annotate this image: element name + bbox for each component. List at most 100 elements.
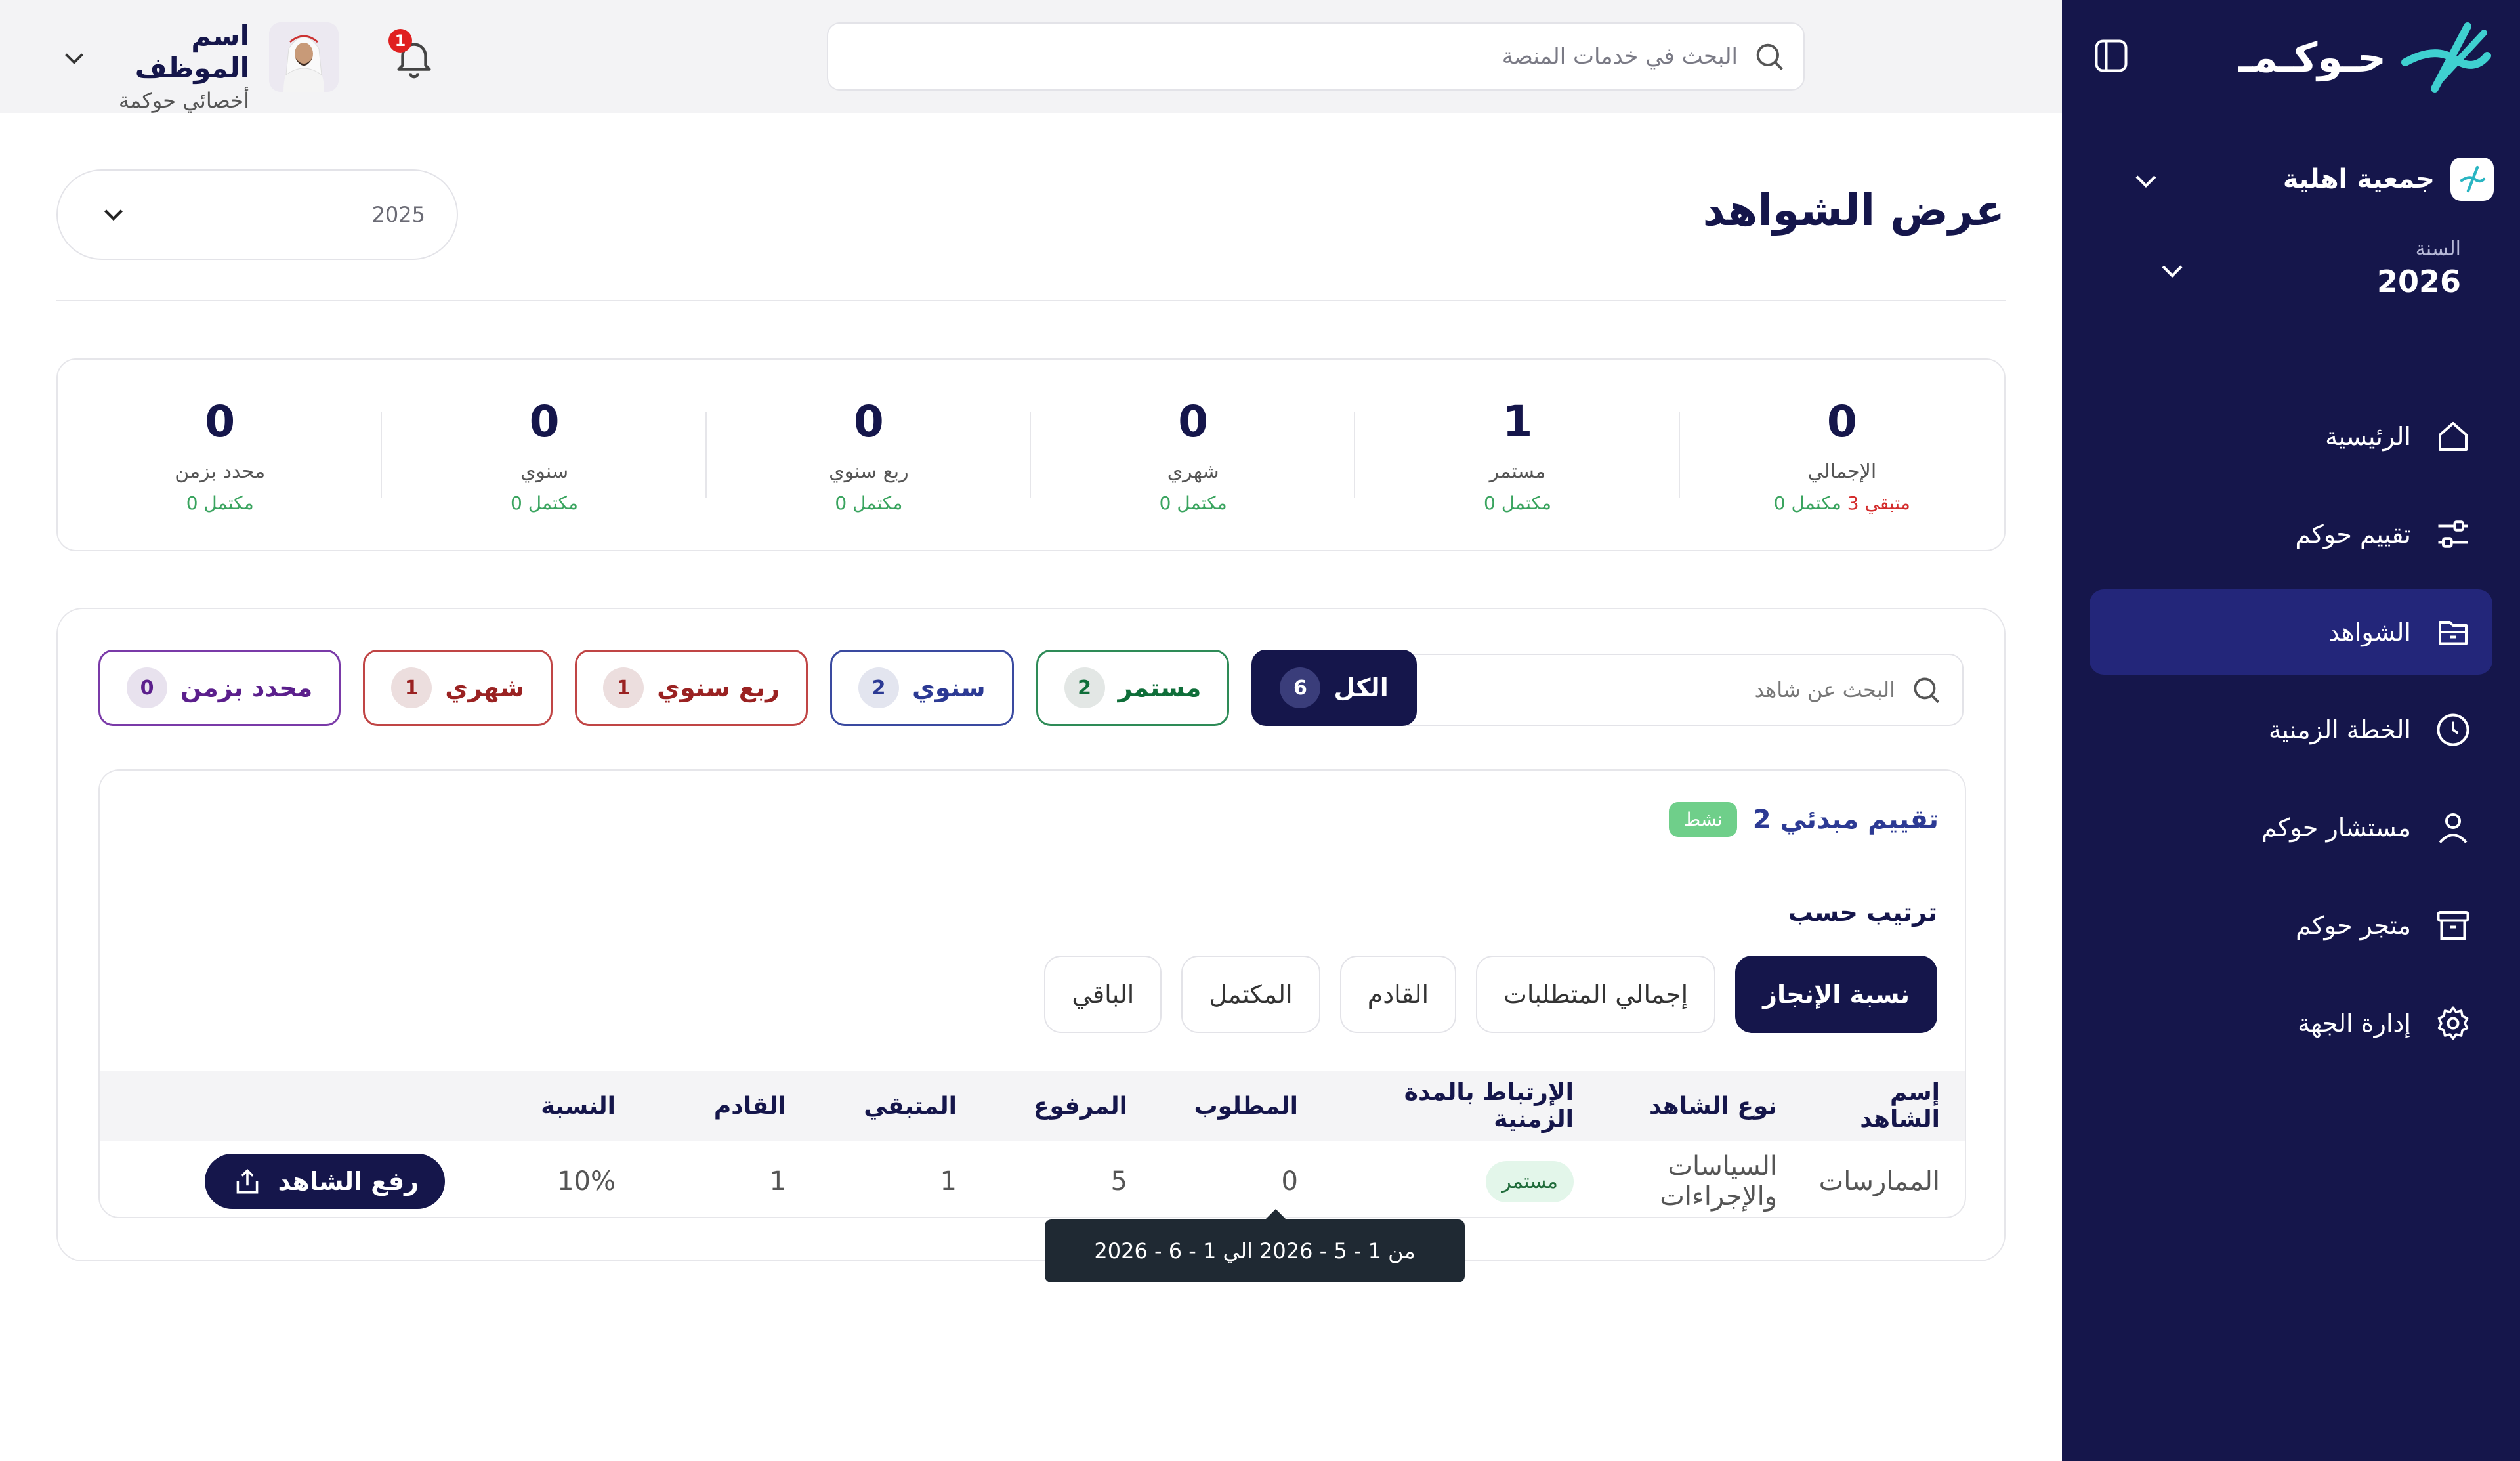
column-header[interactable]: النسبة	[458, 1071, 629, 1141]
year-value[interactable]: 2026	[2377, 264, 2461, 299]
sidebar-item-label: إدارة الجهة	[2298, 1009, 2411, 1038]
sidebar-item-timeline[interactable]: الخطة الزمنية	[2090, 687, 2492, 773]
card-title[interactable]: تقييم مبدئي 2	[1753, 805, 1939, 835]
sort-completion-rate-button[interactable]: نسبة الإنجاز	[1735, 956, 1937, 1033]
stat-quarterly: 0 ربع سنوي مكتمل 0	[707, 360, 1032, 550]
sidebar-toggle-button[interactable]	[2088, 33, 2134, 79]
cell-link: مستمر	[1311, 1141, 1587, 1217]
column-header[interactable]: الإرتباط بالمدة الزمنية	[1311, 1071, 1587, 1141]
user-info[interactable]: اسم الموظف أخصائي حوكمة	[112, 20, 249, 113]
year-select-value: 2025	[371, 202, 425, 227]
sidebar-item-label: متجر حوكم	[2296, 911, 2411, 940]
home-icon	[2431, 414, 2475, 459]
chip-count: 1	[391, 667, 432, 708]
logo-mark-icon	[2401, 22, 2491, 93]
sort-upcoming-button[interactable]: القادم	[1339, 956, 1457, 1033]
user-role: أخصائي حوكمة	[118, 88, 249, 113]
page-title: عرض الشواهد	[1702, 185, 2005, 236]
column-header[interactable]: إسم الشاهد	[1790, 1071, 1965, 1141]
column-header[interactable]: نوع الشاهد	[1587, 1071, 1790, 1141]
avatar[interactable]	[269, 22, 339, 92]
stat-value: 1	[1502, 396, 1533, 447]
stat-completed: مكتمل 0	[186, 492, 254, 514]
filter-chip-yearly[interactable]: سنوي 2	[830, 650, 1014, 726]
cell-action: رفع الشاهد	[100, 1141, 458, 1217]
stat-label: ربع سنوي	[829, 459, 909, 483]
evidence-search-input[interactable]: البحث عن شاهد	[1349, 654, 1964, 726]
sidebar-item-label: الشواهد	[2328, 618, 2411, 646]
user-name: اسم الموظف	[135, 20, 249, 84]
org-name: جمعية اهلية	[2282, 164, 2435, 194]
sort-remaining-button[interactable]: الباقي	[1044, 956, 1162, 1033]
search-icon	[1914, 677, 1940, 704]
year-select[interactable]: 2025	[56, 169, 458, 260]
stat-completed: مكتمل 0	[835, 492, 903, 514]
app-logo[interactable]: حـوكـمـ	[2238, 20, 2494, 95]
column-header[interactable]: المطلوب	[1141, 1071, 1311, 1141]
upload-evidence-button[interactable]: رفع الشاهد	[204, 1154, 445, 1209]
gear-icon	[2431, 1001, 2475, 1046]
chevron-down-icon[interactable]	[2154, 253, 2191, 289]
search-placeholder: البحث في خدمات المنصة	[1502, 43, 1738, 70]
stat-total: 0 الإجمالي متبقي 3 مكتمل 0	[1680, 360, 2004, 550]
stat-continuous: 1 مستمر مكتمل 0	[1355, 360, 1681, 550]
chip-label: سنوي	[912, 673, 986, 702]
cell-name: الممارسات	[1818, 1166, 1940, 1196]
notification-count-badge: 1	[388, 29, 412, 53]
app-root: حـوكـمـ جمعية اهلية السنة 2026 الرئيسية	[0, 0, 2520, 1461]
notifications-button[interactable]: 1	[388, 29, 437, 84]
chip-count: 2	[1064, 667, 1105, 708]
clock-icon	[2431, 708, 2475, 752]
sort-total-requirements-button[interactable]: إجمالي المتطلبات	[1476, 956, 1716, 1033]
top-bar: البحث في خدمات المنصة 1 اسم الموظف أخصائ…	[0, 0, 2062, 113]
stats-summary: 0 الإجمالي متبقي 3 مكتمل 0 1 مستمر مكتمل…	[56, 358, 2006, 551]
filter-chip-all[interactable]: الكل 6	[1251, 650, 1417, 726]
chevron-down-icon[interactable]	[2128, 163, 2164, 200]
filter-chips: الكل 6 مستمر 2 سنوي 2 ربع سنوي 1 شهري 1 …	[98, 650, 1417, 726]
sidebar-item-label: الخطة الزمنية	[2268, 715, 2411, 744]
chevron-down-icon[interactable]	[58, 42, 91, 75]
assessment-card: تقييم مبدئي 2 نشط ترتيب حسب نسبة الإنجاز…	[98, 769, 1966, 1218]
panel-toggle-icon	[2095, 39, 2128, 72]
stat-label: محدد بزمن	[175, 459, 266, 483]
stat-value: 0	[1826, 396, 1857, 447]
chip-label: ربع سنوي	[657, 673, 780, 702]
org-switcher[interactable]: جمعية اهلية	[2283, 158, 2494, 201]
cell-required: 0	[1281, 1166, 1298, 1196]
stat-remaining: متبقي 3	[1847, 492, 1910, 514]
divider	[56, 300, 2006, 301]
stat-value: 0	[205, 396, 236, 447]
cell-remaining: 1	[940, 1166, 957, 1196]
chevron-down-icon	[104, 209, 123, 221]
filter-chip-monthly[interactable]: شهري 1	[363, 650, 553, 726]
column-header[interactable]: القادم	[629, 1071, 799, 1141]
filter-chip-time-bound[interactable]: محدد بزمن 0	[98, 650, 341, 726]
column-header[interactable]: المتبقي	[799, 1071, 970, 1141]
sidebar-item-assessment[interactable]: تقييم حوكم	[2090, 492, 2492, 577]
sidebar-item-store[interactable]: متجر حوكم	[2090, 883, 2492, 968]
chip-count: 2	[858, 667, 900, 708]
stat-sub: متبقي 3 مكتمل 0	[1774, 492, 1910, 514]
sidebar-item-home[interactable]: الرئيسية	[2090, 394, 2492, 479]
stat-completed: مكتمل 0	[1159, 492, 1227, 514]
column-header	[100, 1071, 458, 1141]
filter-chip-continuous[interactable]: مستمر 2	[1036, 650, 1230, 726]
sidebar-item-consultant[interactable]: مستشار حوكم	[2090, 785, 2492, 870]
column-header[interactable]: المرفوع	[970, 1071, 1141, 1141]
timeline-pill[interactable]: مستمر	[1486, 1160, 1574, 1202]
sort-completed-button[interactable]: المكتمل	[1181, 956, 1320, 1033]
stat-monthly: 0 شهري مكتمل 0	[1031, 360, 1356, 550]
sidebar-item-organization[interactable]: إدارة الجهة	[2090, 981, 2492, 1066]
stat-label: مستمر	[1489, 459, 1546, 483]
filter-chip-quarterly[interactable]: ربع سنوي 1	[575, 650, 808, 726]
upload-button-label: رفع الشاهد	[278, 1167, 419, 1196]
org-badge-icon	[2450, 158, 2494, 201]
chip-count: 6	[1280, 667, 1321, 708]
sidebar-item-evidence[interactable]: الشواهد	[2090, 589, 2492, 675]
platform-search-input[interactable]: البحث في خدمات المنصة	[827, 22, 1805, 91]
stat-label: الإجمالي	[1807, 459, 1877, 483]
sidebar-item-label: مستشار حوكم	[2261, 813, 2411, 842]
logo-text: حـوكـمـ	[2238, 33, 2386, 81]
user-icon	[2431, 805, 2475, 850]
chip-label: شهري	[445, 673, 525, 702]
